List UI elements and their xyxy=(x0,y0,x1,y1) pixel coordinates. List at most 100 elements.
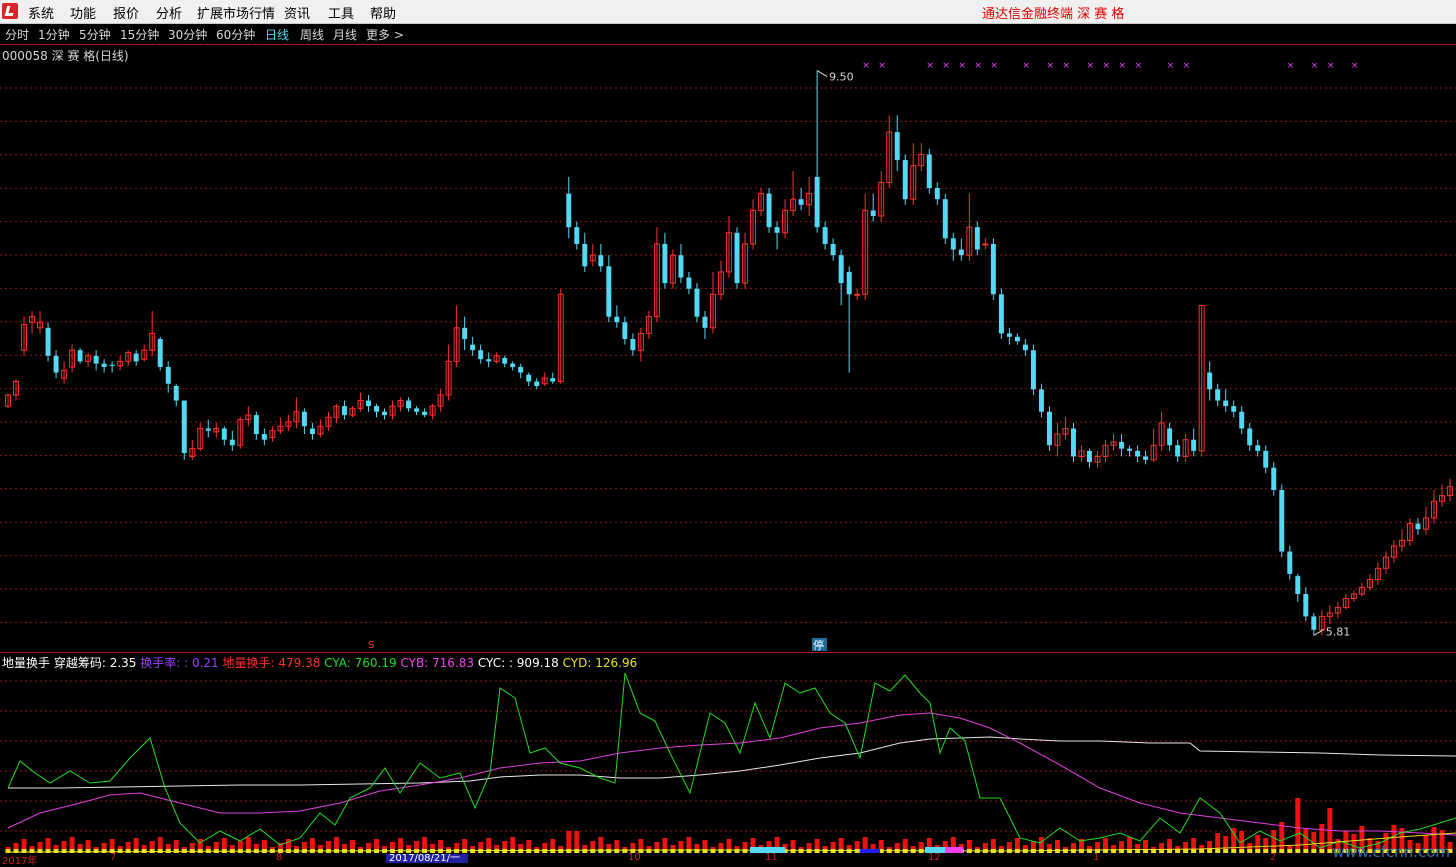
signal-marker: × xyxy=(878,61,886,71)
turnover-bar-base xyxy=(77,849,83,853)
turnover-bar-base xyxy=(526,849,532,853)
menu-tools[interactable]: 工具 xyxy=(328,3,354,22)
candle-body-up xyxy=(982,243,989,246)
date-tick-11: 11 xyxy=(765,852,778,863)
candle-body-down xyxy=(1223,400,1229,407)
candle-body-down xyxy=(109,364,115,366)
candle-body-down xyxy=(998,294,1004,334)
candle-body-down xyxy=(486,359,492,362)
menu-system[interactable]: 系统 xyxy=(28,3,54,22)
menu-extended-market[interactable]: 扩展市场行情 xyxy=(197,3,275,22)
candle-body-down xyxy=(734,232,740,284)
highlight-blue xyxy=(860,849,880,853)
turnover-bar xyxy=(1319,824,1325,853)
app-logo-icon[interactable] xyxy=(2,3,18,19)
indicator-cya: CYA: 760.19 xyxy=(324,656,397,670)
menu-function[interactable]: 功能 xyxy=(70,3,96,22)
candle-body-down xyxy=(101,363,107,367)
candle-body-down xyxy=(301,411,307,427)
candle-body-down xyxy=(1038,389,1044,412)
menu-news[interactable]: 资讯 xyxy=(284,3,310,22)
candle-body-down xyxy=(694,288,700,317)
turnover-bar-base xyxy=(550,849,556,853)
period-30min[interactable]: 30分钟 xyxy=(168,26,207,43)
turnover-bar-base xyxy=(1287,849,1293,853)
candle-body-down xyxy=(838,255,844,284)
date-cursor-label: 2017/08/21/一 xyxy=(386,854,468,863)
candle-body-down xyxy=(341,406,347,416)
turnover-bar-base xyxy=(133,849,139,853)
kline-chart-svg[interactable]: 9.50 5.81 × × × × × × × × × × × × × × × × × × × × S 停 xyxy=(0,45,1456,652)
turnover-bar-base xyxy=(37,849,43,853)
candle-body-down xyxy=(870,210,876,216)
candle-body-down xyxy=(133,353,139,362)
candle-body-down xyxy=(93,355,99,364)
candle-body-down xyxy=(1311,616,1317,630)
period-intraday[interactable]: 分时 xyxy=(5,26,29,43)
candle-body-down xyxy=(846,271,852,295)
candle-body-down xyxy=(1191,439,1197,451)
candle-body-down xyxy=(582,243,588,267)
turnover-bar-base xyxy=(1062,849,1068,853)
candle-body-down xyxy=(374,406,379,412)
menu-help[interactable]: 帮助 xyxy=(370,3,396,22)
cyb-line xyxy=(7,712,1456,836)
candle-body-down xyxy=(1295,576,1301,595)
candle-body-down xyxy=(406,400,412,409)
turnover-bar-base xyxy=(582,849,588,853)
candle-body-down xyxy=(534,381,540,386)
signal-marker: × xyxy=(1087,61,1095,71)
period-15min[interactable]: 15分钟 xyxy=(120,26,159,43)
candle-body-down xyxy=(1087,450,1092,463)
candle-body-down xyxy=(1046,411,1052,446)
indicator-name: 地量换手 xyxy=(2,656,51,670)
max-pointer xyxy=(816,70,828,78)
kline-chart-panel[interactable]: 9.50 5.81 × × × × × × × × × × × × × × × × × × × × S 停 xyxy=(0,44,1456,653)
period-5min[interactable]: 5分钟 xyxy=(79,26,111,43)
candle-body-down xyxy=(1135,450,1141,457)
candle-body-down xyxy=(614,316,620,323)
candle-body-down xyxy=(173,385,179,401)
turnover-bar-base xyxy=(53,849,59,853)
period-1min[interactable]: 1分钟 xyxy=(38,26,70,43)
candle-body-down xyxy=(422,411,428,416)
date-tick-12: 12 xyxy=(928,852,941,863)
candle-body-down xyxy=(1247,428,1253,446)
candle-body-down xyxy=(1263,450,1269,468)
candle-body-down xyxy=(830,243,836,256)
signal-marker: × xyxy=(1135,61,1143,71)
candle-body-down xyxy=(526,374,532,382)
candle-body-down xyxy=(606,266,612,317)
turnover-bar-base xyxy=(1255,849,1261,853)
candle-body-down xyxy=(822,227,828,244)
indicator-cyc: CYC: : 909.18 xyxy=(477,656,559,670)
indicator-chart-svg[interactable] xyxy=(0,653,1456,862)
period-more[interactable]: 更多 > xyxy=(366,26,404,43)
indicator-chart-panel[interactable] xyxy=(0,652,1456,863)
turnover-bar-base xyxy=(1247,849,1253,853)
candle-body-down xyxy=(622,322,628,340)
candle-body-down xyxy=(1014,336,1020,342)
turnover-bar-base xyxy=(93,849,99,853)
candle-body-down xyxy=(894,132,900,161)
candle-body-down xyxy=(598,255,604,267)
signal-marker: × xyxy=(862,61,870,71)
period-weekly[interactable]: 周线 xyxy=(300,26,324,43)
menu-quote[interactable]: 报价 xyxy=(113,3,139,22)
turnover-bar-base xyxy=(1054,849,1060,853)
candle-body-down xyxy=(1255,445,1261,451)
period-monthly[interactable]: 月线 xyxy=(333,26,357,43)
date-tick-7: 7 xyxy=(110,852,117,863)
period-daily[interactable]: 日线 xyxy=(265,26,289,43)
date-tick-2: 2 xyxy=(1270,852,1277,863)
candle-body-down xyxy=(814,176,820,228)
candle-body-down xyxy=(1127,448,1133,451)
turnover-bar-base xyxy=(614,849,620,853)
signal-marker: × xyxy=(1327,61,1335,71)
candle-body-down xyxy=(229,439,235,446)
indicator-cross: 穿越筹码: 2.35 xyxy=(53,656,137,670)
turnover-bar-base xyxy=(1079,849,1084,853)
period-60min[interactable]: 60分钟 xyxy=(216,26,255,43)
menu-analysis[interactable]: 分析 xyxy=(156,3,182,22)
turnover-bar-base xyxy=(814,849,820,853)
